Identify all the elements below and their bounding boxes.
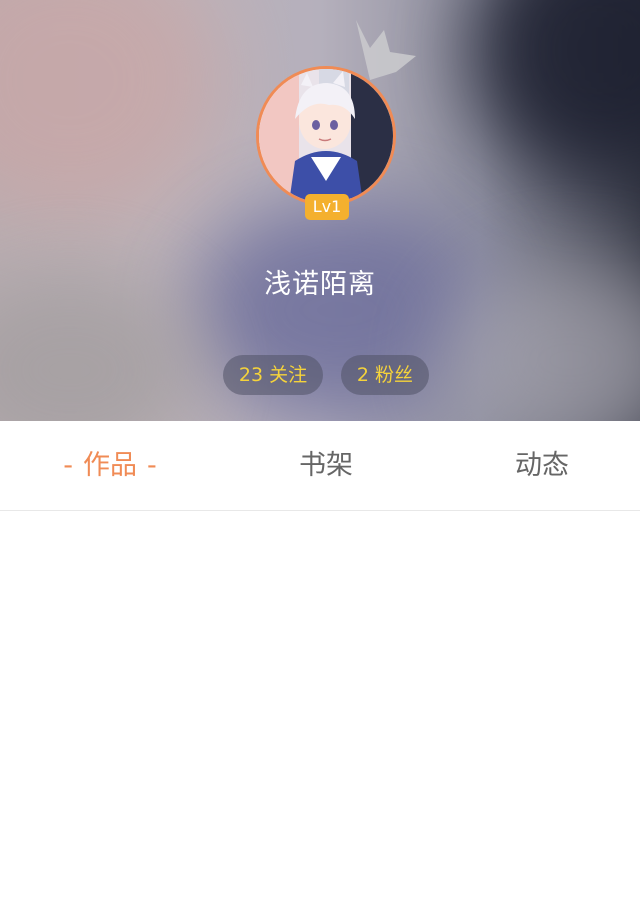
avatar-container[interactable]: Lv1	[256, 66, 396, 220]
tab-content-area	[0, 511, 640, 923]
level-badge: Lv1	[305, 194, 349, 220]
tab-active-indicator-right: -	[147, 450, 157, 481]
profile-header: Lv1 浅诺陌离 23 关注 2 粉丝	[0, 0, 640, 421]
username: 浅诺陌离	[264, 269, 376, 300]
profile-page: Lv1 浅诺陌离 23 关注 2 粉丝 - 作品 - 书架 动态	[0, 0, 640, 923]
tab-works[interactable]: - 作品 -	[30, 421, 190, 510]
tab-activity[interactable]: 动态	[462, 421, 622, 510]
tab-active-indicator-left: -	[63, 450, 73, 481]
avatar-image	[259, 69, 393, 203]
tab-label: 书架	[299, 450, 353, 481]
tab-bookshelf[interactable]: 书架	[246, 421, 406, 510]
header-background-blur	[470, 0, 640, 180]
tab-label: 作品	[83, 450, 137, 481]
profile-tabs: - 作品 - 书架 动态	[0, 421, 640, 511]
following-count-button[interactable]: 23 关注	[223, 355, 323, 395]
followers-count-button[interactable]: 2 粉丝	[341, 355, 429, 395]
header-background-blur	[0, 0, 220, 220]
tab-label: 动态	[515, 450, 569, 481]
avatar[interactable]	[256, 66, 396, 206]
